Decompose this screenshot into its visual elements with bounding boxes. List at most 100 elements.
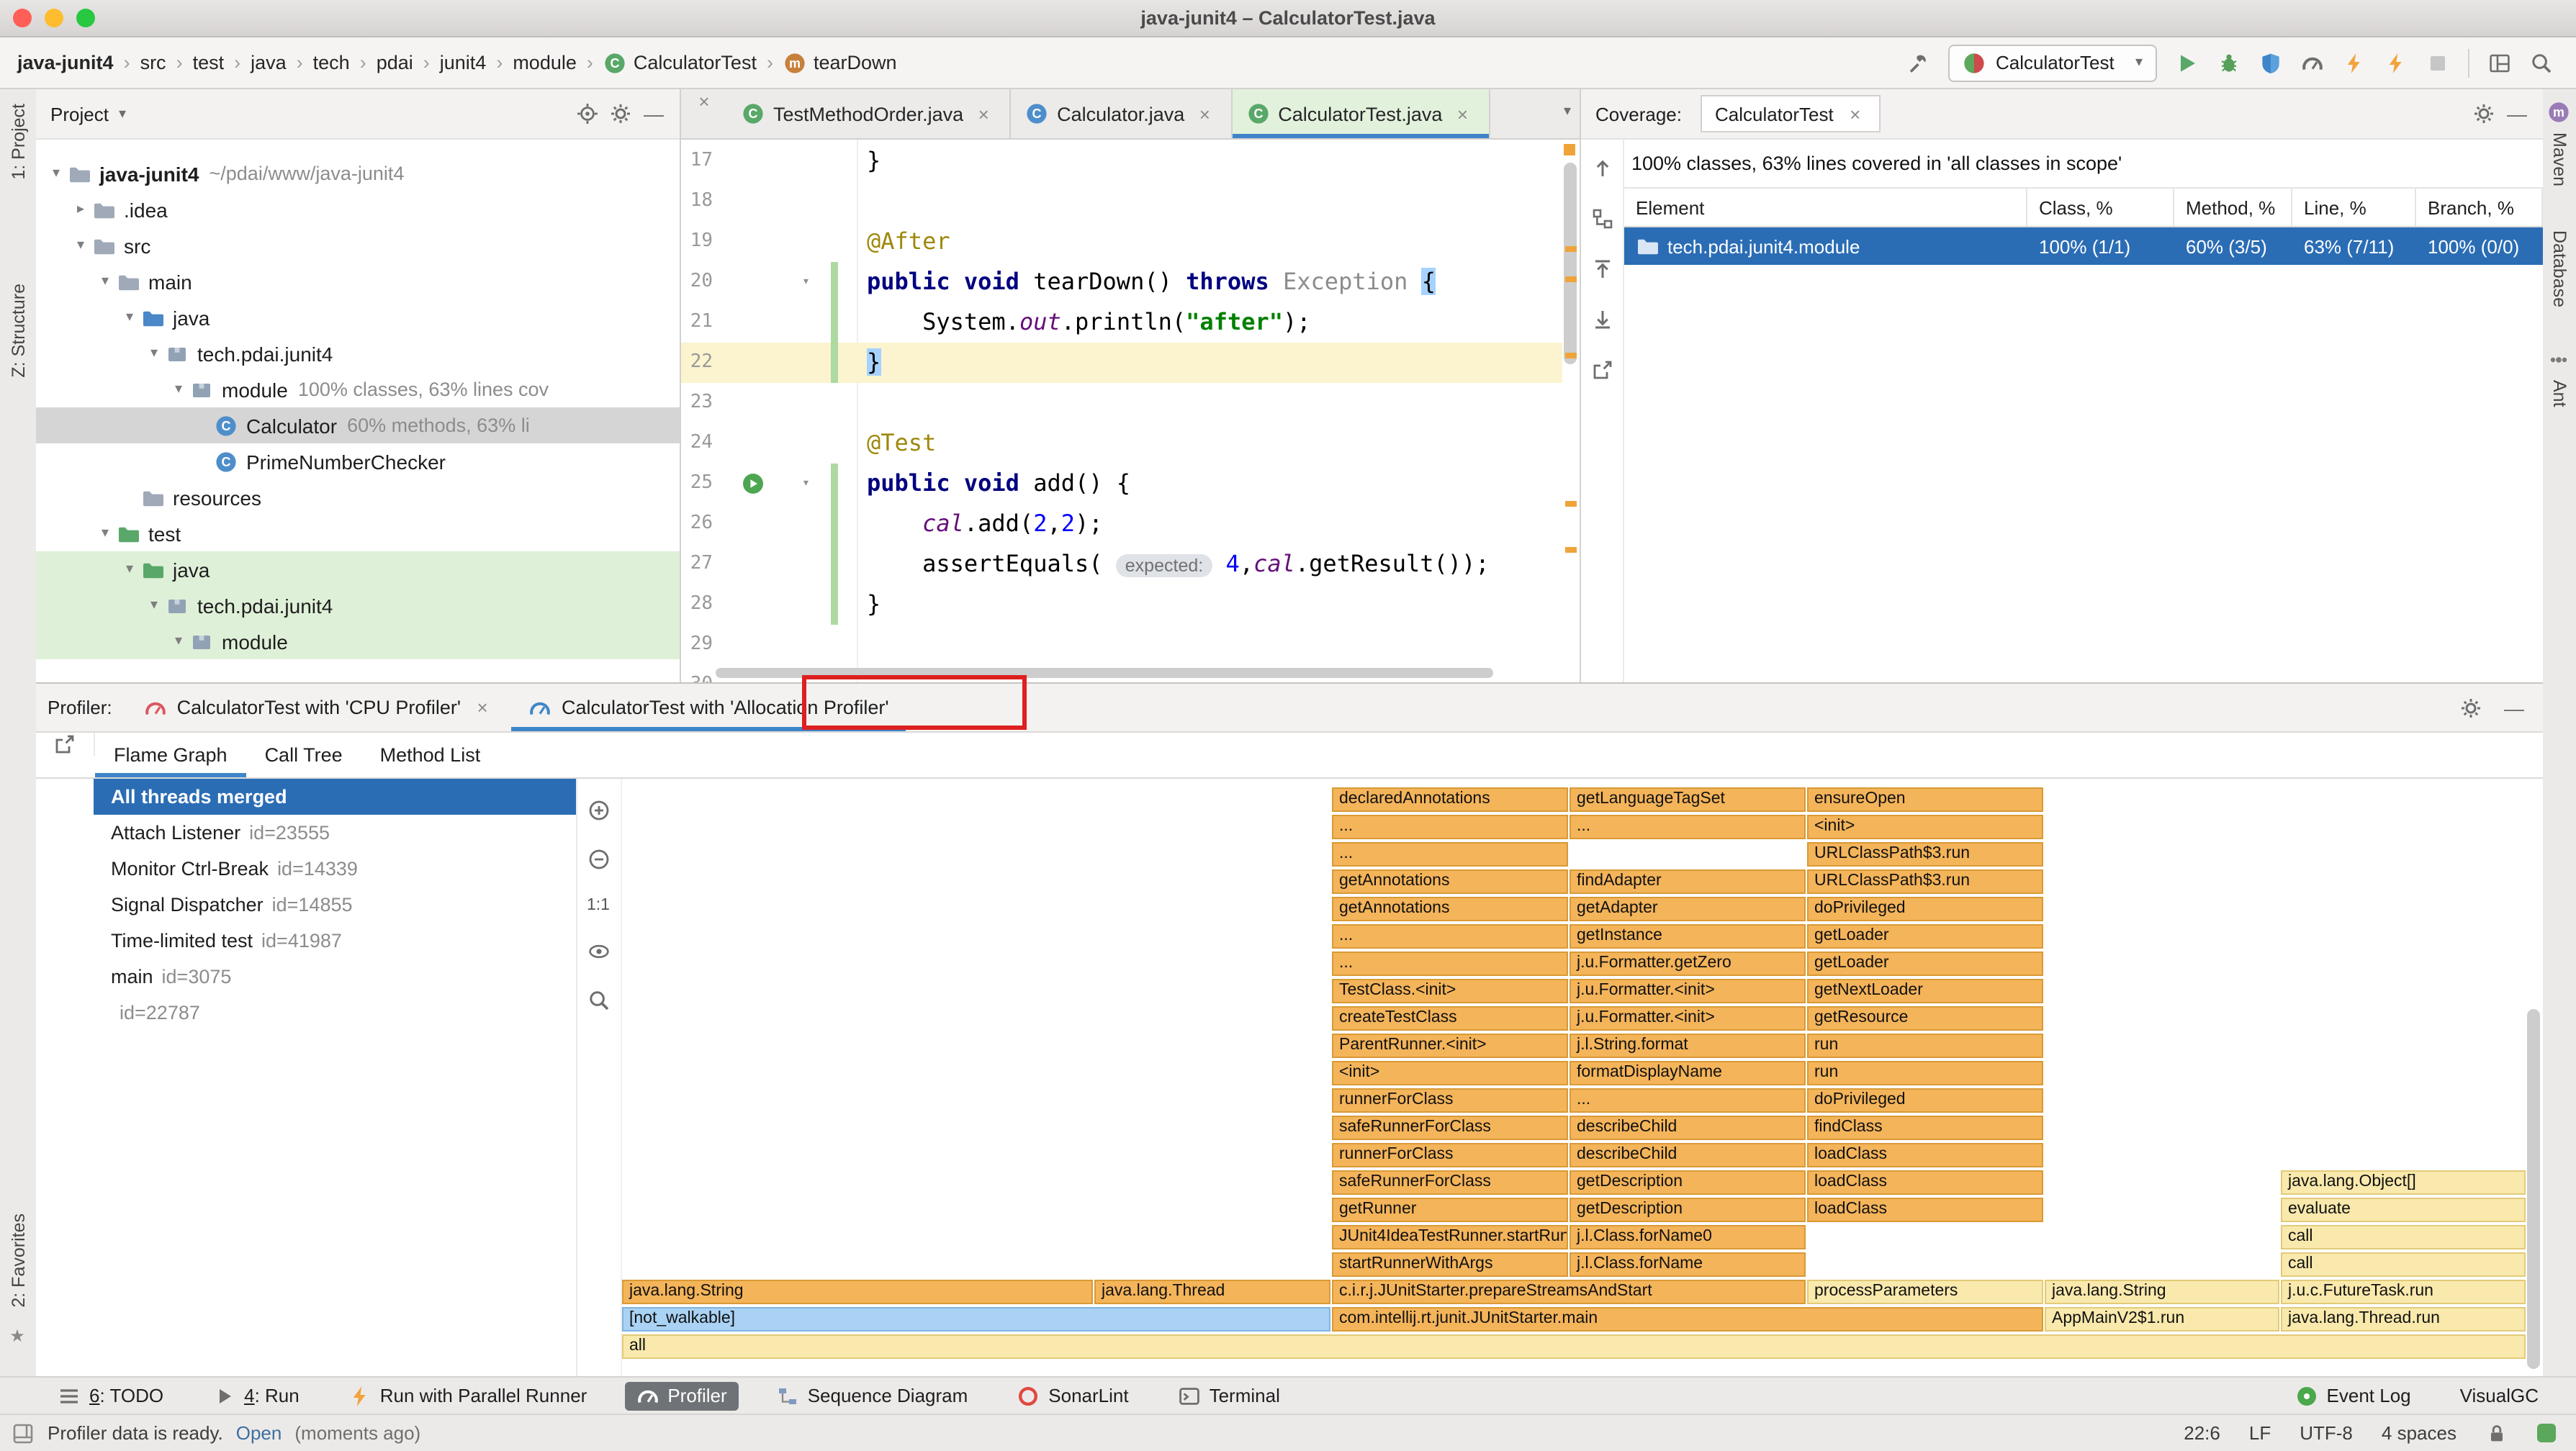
close-tab-icon[interactable]: × [471,696,494,719]
breadcrumb-java[interactable]: java [251,52,287,73]
flame-cell[interactable]: ... [1332,815,1568,839]
breadcrumb-junit4[interactable]: junit4 [440,52,487,73]
debug-button[interactable] [2217,51,2241,74]
flame-cell[interactable]: getNextLoader [1807,979,2043,1003]
fullscreen-window-button[interactable] [76,9,95,27]
tree-item-tech-pdai-junit4[interactable]: ▾tech.pdai.junit4 [36,335,680,371]
hide-panel-icon[interactable]: — [2503,696,2526,719]
flame-cell[interactable]: j.u.Formatter.getZero [1570,951,1806,976]
flame-cell[interactable]: c.i.r.j.JUnitStarter.prepareStreamsAndSt… [1332,1280,1806,1304]
tree-item-main[interactable]: ▾main [36,263,680,299]
sidebar-item-favorites[interactable]: 2: Favorites [8,1213,28,1307]
eye-icon[interactable] [587,940,610,963]
tab-call-tree[interactable]: Call Tree [246,733,361,777]
flame-cell[interactable]: ... [1570,815,1806,839]
inspection-indicator[interactable] [1564,144,1575,155]
sidebar-item-ant[interactable]: Ant [2549,380,2570,407]
fold-icon[interactable]: ▾ [802,464,810,504]
toolwindow-button-sonarlint[interactable]: SonarLint [1005,1381,1140,1410]
chevron-down-icon[interactable]: ▾ [167,633,190,649]
flame-cell[interactable]: all [622,1334,2526,1359]
flame-cell[interactable]: findClass [1807,1116,2043,1140]
chevron-down-icon[interactable]: ▾ [119,106,126,122]
toolwindow-button-terminal[interactable]: Terminal [1166,1381,1292,1410]
flame-cell[interactable]: run [1807,1061,2043,1085]
project-panel-title[interactable]: Project [50,103,109,125]
breadcrumb-src[interactable]: src [140,52,166,73]
toolwindow-button-run-with-parallel-runner[interactable]: Run with Parallel Runner [337,1381,599,1410]
flame-cell[interactable]: getLanguageTagSet [1570,787,1806,812]
parallel-run-alt-icon[interactable] [2384,51,2408,74]
flame-cell[interactable]: createTestClass [1332,1006,1568,1031]
file-encoding[interactable]: UTF-8 [2300,1422,2353,1444]
flame-cell[interactable]: java.lang.Thread [1094,1280,1330,1304]
flame-cell[interactable]: safeRunnerForClass [1332,1170,1568,1195]
lock-icon[interactable] [2485,1421,2508,1445]
flame-cell[interactable]: runnerForClass [1332,1088,1568,1113]
breadcrumb-pdai[interactable]: pdai [377,52,413,73]
code-line-24[interactable]: 24@Test [681,423,1562,464]
navigate-up-icon[interactable] [1590,157,1613,180]
gear-icon[interactable] [609,102,632,125]
thread-item-id-22787[interactable]: id=22787 [94,995,576,1031]
flame-cell[interactable]: loadClass [1807,1198,2043,1222]
sidebar-item-database[interactable]: Database [2549,230,2570,307]
code-line-21[interactable]: 21 System.out.println("after"); [681,302,1562,343]
tab-cpu-profiler[interactable]: CalculatorTest with 'CPU Profiler' × [127,684,511,731]
flame-cell[interactable]: getAdapter [1570,897,1806,921]
flame-cell[interactable]: getAnnotations [1332,869,1568,894]
code-line-19[interactable]: 19@After [681,222,1562,262]
flame-cell[interactable]: j.l.String.format [1570,1034,1806,1058]
zoom-reset-button[interactable]: 1:1 [587,897,610,914]
minimize-window-button[interactable] [45,9,63,27]
error-stripe-mark[interactable] [1565,501,1577,507]
flame-cell[interactable]: ParentRunner.<init> [1332,1034,1568,1058]
flame-cell[interactable]: ... [1332,924,1568,949]
close-tab-icon[interactable]: × [1844,102,1867,125]
jump-to-top-icon[interactable] [1590,258,1613,281]
toolwindow-quick-access-icon[interactable] [12,1421,35,1445]
flame-cell[interactable]: getRunner [1332,1198,1568,1222]
gear-icon[interactable] [2459,696,2482,719]
caret-position[interactable]: 22:6 [2184,1422,2220,1444]
flame-cell[interactable]: TestClass.<init> [1332,979,1568,1003]
flame-cell[interactable]: getLoader [1807,951,2043,976]
open-in-window-icon[interactable] [36,733,95,756]
flame-cell[interactable]: findAdapter [1570,869,1806,894]
flame-cell[interactable]: ... [1570,1088,1806,1113]
editor-body[interactable]: 17}1819@After20▾public void tearDown() t… [681,140,1580,682]
flame-cell[interactable]: getAnnotations [1332,897,1568,921]
zoom-in-icon[interactable] [587,799,610,822]
flame-cell[interactable]: runnerForClass [1332,1143,1568,1167]
flame-cell[interactable]: loadClass [1807,1170,2043,1195]
chevron-down-icon[interactable]: ▾ [143,597,166,613]
layout-icon[interactable] [2488,51,2511,74]
breadcrumb-teardown[interactable]: mtearDown [783,51,897,74]
chevron-down-icon[interactable]: ▾ [45,166,68,181]
flame-cell[interactable]: ... [1332,951,1568,976]
code-line-23[interactable]: 23 [681,383,1562,423]
thread-item-signal-dispatcher[interactable]: Signal Dispatcherid=14855 [94,887,576,923]
flame-cell[interactable]: ensureOpen [1807,787,2043,812]
thread-item-monitor-ctrl-break[interactable]: Monitor Ctrl-Breakid=14339 [94,851,576,887]
run-test-icon[interactable] [742,472,765,495]
flame-cell[interactable]: describeChild [1570,1143,1806,1167]
flame-cell[interactable]: call [2281,1225,2526,1249]
column-branch[interactable]: Branch, % [2416,189,2543,226]
flame-cell[interactable]: getDescription [1570,1170,1806,1195]
code-line-25[interactable]: 25▾public void add() { [681,464,1562,504]
ant-icon[interactable] [2547,348,2570,371]
line-separator[interactable]: LF [2249,1422,2271,1444]
flame-cell[interactable]: j.l.Class.forName0 [1570,1225,1806,1249]
toolwindow-button-sequence-diagram[interactable]: Sequence Diagram [765,1381,980,1410]
tree-item-module[interactable]: ▾module100% classes, 63% lines cov [36,371,680,407]
column-method[interactable]: Method, % [2174,189,2292,226]
sidebar-item-project[interactable]: 1: Project [8,104,28,180]
tree-item-primenumberchecker[interactable]: CPrimeNumberChecker [36,443,680,479]
tree-item-idea[interactable]: ▸.idea [36,191,680,227]
code-line-22[interactable]: 22} [681,343,1562,383]
hide-panel-icon[interactable]: — [642,102,665,125]
chevron-right-icon[interactable]: ▸ [69,202,92,217]
breadcrumb-tech[interactable]: tech [313,52,350,73]
flame-cell[interactable]: getInstance [1570,924,1806,949]
